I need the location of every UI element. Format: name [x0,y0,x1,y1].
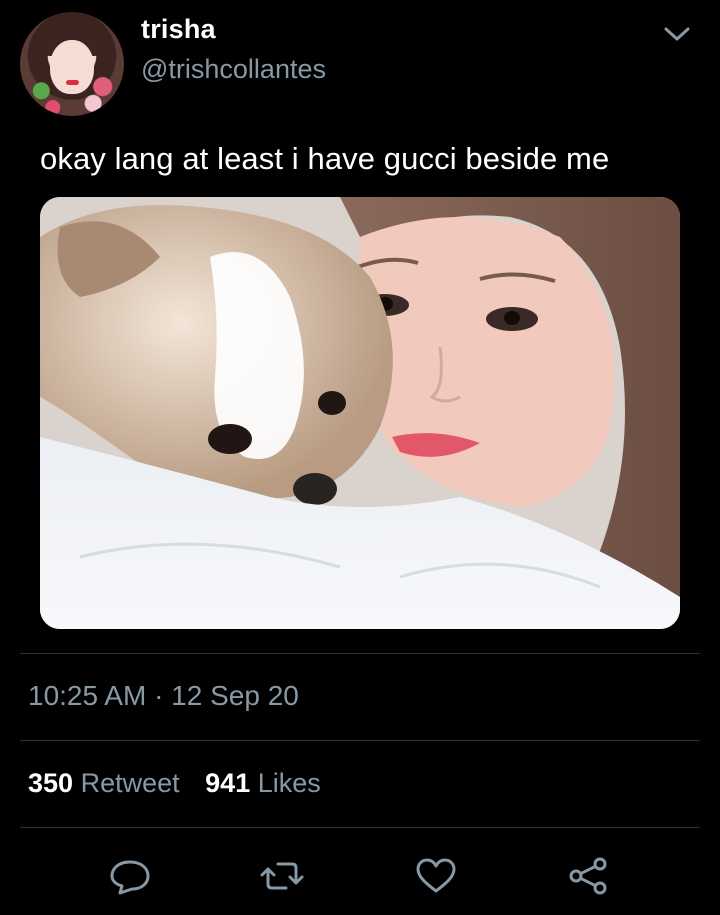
retweet-button[interactable] [260,856,304,896]
avatar-flowers [24,74,120,116]
share-nodes-icon [569,857,607,895]
avatar[interactable] [20,12,124,116]
divider [20,740,700,741]
likes-count[interactable]: 941 [205,768,250,798]
tweet-detail: trisha @trishcollantes okay lang at leas… [0,0,720,915]
retweet-label[interactable]: Retweet [81,768,180,798]
heart-icon [416,858,456,893]
divider [20,827,700,828]
tweet-timestamp[interactable]: 10:25 AM · 12 Sep 20 [28,680,299,712]
reply-button[interactable] [108,856,152,896]
like-button[interactable] [414,856,458,896]
tweet-stats: 350 Retweet 941 Likes [28,768,321,799]
share-button[interactable] [566,856,610,896]
user-handle[interactable]: @trishcollantes [141,54,326,85]
speech-bubble-icon [110,860,150,895]
retweet-arrows-icon [260,862,304,890]
divider [20,653,700,654]
display-name[interactable]: trisha [141,14,216,45]
tweet-text: okay lang at least i have gucci beside m… [40,141,610,176]
tweet-photo[interactable] [40,197,680,629]
retweet-count[interactable]: 350 [28,768,73,798]
chevron-down-icon[interactable] [662,22,692,46]
likes-label[interactable]: Likes [258,768,321,798]
